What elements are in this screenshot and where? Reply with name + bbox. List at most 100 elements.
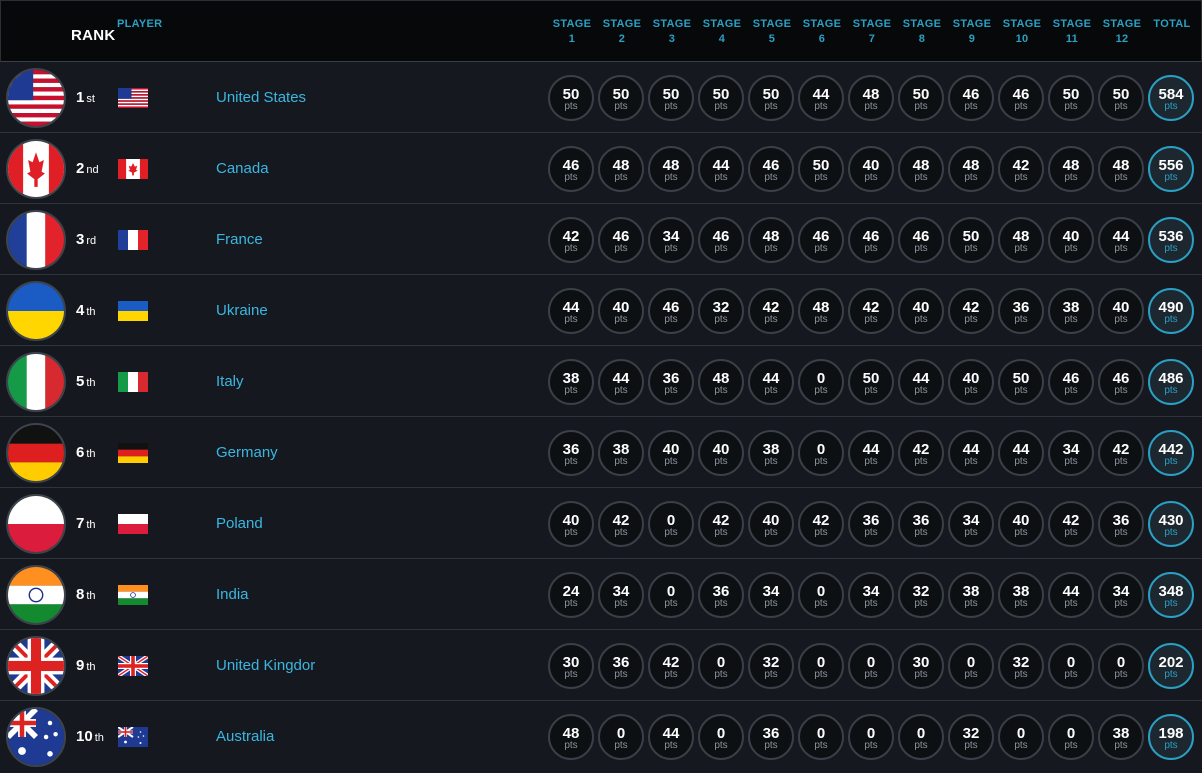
player-name-link[interactable]: Australia <box>216 728 274 745</box>
player-row[interactable]: 6th Germany 36 pts 38 pts 40 pts 40 pts 38 pts 0 pts 4… <box>0 417 1202 488</box>
score-unit: pts <box>914 243 928 254</box>
score-value: 0 <box>816 370 826 387</box>
stage-score-badge: 0 pts <box>898 714 944 760</box>
stage-score-badge: 0 pts <box>1098 643 1144 689</box>
score-unit: pts <box>714 385 728 396</box>
stage-score-badge: 42 pts <box>798 501 844 547</box>
stage-number: 10 <box>1015 33 1029 45</box>
score-unit: pts <box>864 598 878 609</box>
score-value: 0 <box>666 512 676 529</box>
score-value: 46 <box>762 157 780 174</box>
score-unit: pts <box>714 456 728 467</box>
score-value: 46 <box>1062 370 1080 387</box>
score-value: 44 <box>662 725 680 742</box>
score-unit: pts <box>814 527 828 538</box>
score-unit: pts <box>814 598 828 609</box>
score-value: 38 <box>962 583 980 600</box>
score-value: 46 <box>962 86 980 103</box>
stage-score-badge: 0 pts <box>1048 714 1094 760</box>
score-unit: pts <box>1064 456 1078 467</box>
stage-score-badge: 40 pts <box>998 501 1044 547</box>
player-row[interactable]: 7th Poland 40 pts 42 pts 0 pts 42 pts 40 pts 42 pts 36… <box>0 488 1202 559</box>
total-value: 442 <box>1158 441 1184 458</box>
score-unit: pts <box>764 243 778 254</box>
stage-score-badge: 44 pts <box>548 288 594 334</box>
score-unit: pts <box>564 456 578 467</box>
stage-score-badge: 50 pts <box>548 75 594 121</box>
score-unit: pts <box>764 740 778 751</box>
score-value: 50 <box>612 86 630 103</box>
stage-score-badge: 46 pts <box>998 75 1044 121</box>
player-row[interactable]: 3rd France 42 pts 46 pts 34 pts 46 pts 48 pts 46 pts 4… <box>0 204 1202 275</box>
player-name-link[interactable]: India <box>216 586 249 603</box>
score-value: 40 <box>1112 299 1130 316</box>
score-value: 0 <box>866 654 876 671</box>
stage-score-badge: 50 pts <box>1048 75 1094 121</box>
flag-au-icon <box>118 727 148 747</box>
rank-value: 9th <box>76 657 96 674</box>
player-name-link[interactable]: United States <box>216 89 306 106</box>
stage-score-badge: 44 pts <box>1098 217 1144 263</box>
score-unit: pts <box>614 314 628 325</box>
player-name-link[interactable]: Germany <box>216 444 278 461</box>
player-name-link[interactable]: Poland <box>216 515 263 532</box>
stage-1-column-header: STAGE 1 <box>547 17 597 47</box>
player-row[interactable]: 8th India 24 pts 34 pts 0 pts 36 pts 34 pts 0 pts 34 p… <box>0 559 1202 630</box>
score-unit: pts <box>964 740 978 751</box>
stage-score-badge: 48 pts <box>648 146 694 192</box>
rank-value: 10th <box>76 728 104 745</box>
stage-score-badge: 42 pts <box>998 146 1044 192</box>
stage-number: 6 <box>818 33 826 45</box>
stage-8-column-header: STAGE 8 <box>897 17 947 47</box>
stage-score-badge: 40 pts <box>748 501 794 547</box>
score-value: 44 <box>912 370 930 387</box>
score-value: 46 <box>1012 86 1030 103</box>
score-unit: pts <box>564 669 578 680</box>
stage-score-badge: 32 pts <box>998 643 1044 689</box>
player-name-link[interactable]: Italy <box>216 373 244 390</box>
player-name-link[interactable]: Ukraine <box>216 302 268 319</box>
stage-score-badge: 48 pts <box>548 714 594 760</box>
player-name-link[interactable]: United Kingdor <box>216 657 315 674</box>
player-row[interactable]: 2nd Canada 46 pts 48 pts 48 pts 44 pts 46 pts 50 pts… <box>0 133 1202 204</box>
score-unit: pts <box>1064 669 1078 680</box>
score-unit: pts <box>564 172 578 183</box>
score-unit: pts <box>614 527 628 538</box>
score-unit: pts <box>764 314 778 325</box>
score-unit: pts <box>914 456 928 467</box>
rank-suffix: th <box>86 448 96 460</box>
player-row[interactable]: 1st United States 50 pts 50 pts 50 pts 50 pts 50 pt… <box>0 62 1202 133</box>
score-unit: pts <box>1114 314 1128 325</box>
stage-score-badge: 42 pts <box>598 501 644 547</box>
rank-number: 1 <box>76 89 85 106</box>
score-unit: pts <box>564 314 578 325</box>
score-unit: pts <box>864 101 878 112</box>
player-row[interactable]: 10th Australia 48 pts 0 pts 44 pts 0 pts 36 pts 0 pt… <box>0 701 1202 772</box>
score-unit: pts <box>1014 314 1028 325</box>
score-unit: pts <box>1114 456 1128 467</box>
score-value: 48 <box>812 299 830 316</box>
flag-us-icon <box>118 88 148 108</box>
stage-score-badge: 36 pts <box>898 501 944 547</box>
score-value: 34 <box>762 583 780 600</box>
total-unit: pts <box>1164 314 1178 325</box>
country-avatar-ca-icon <box>6 139 66 199</box>
flag-in-icon <box>118 585 148 605</box>
score-unit: pts <box>864 243 878 254</box>
player-name-link[interactable]: Canada <box>216 160 269 177</box>
score-unit: pts <box>664 740 678 751</box>
stage-score-badge: 36 pts <box>598 643 644 689</box>
stage-score-badge: 46 pts <box>648 288 694 334</box>
score-unit: pts <box>1114 598 1128 609</box>
rank-number: 8 <box>76 586 85 603</box>
flag-ca-icon <box>118 159 148 179</box>
player-row[interactable]: 5th Italy 38 pts 44 pts 36 pts 48 pts 44 pts 0 pts 50 p… <box>0 346 1202 417</box>
rank-value: 3rd <box>76 231 96 248</box>
score-unit: pts <box>664 385 678 396</box>
total-score-badge: 536 pts <box>1148 217 1194 263</box>
score-value: 50 <box>812 157 830 174</box>
total-unit: pts <box>1164 598 1178 609</box>
player-name-link[interactable]: France <box>216 231 263 248</box>
player-row[interactable]: 4th Ukraine 44 pts 40 pts 46 pts 32 pts 42 pts 48 pts… <box>0 275 1202 346</box>
player-row[interactable]: 9th United Kingdor 30 pts 36 pts 42 pts 0 pts 32 p… <box>0 630 1202 701</box>
